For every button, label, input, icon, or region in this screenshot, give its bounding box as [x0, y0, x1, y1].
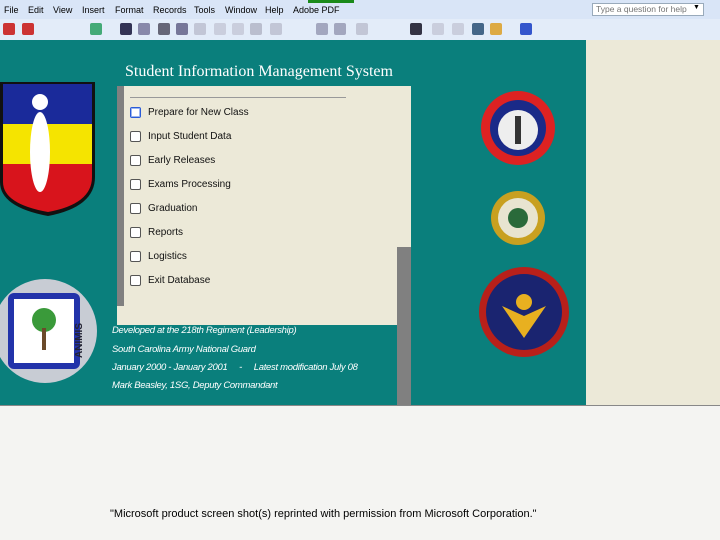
sort-desc-icon[interactable] [334, 23, 346, 35]
permission-caption: "Microsoft product screen shot(s) reprin… [110, 508, 537, 520]
view-icon[interactable] [90, 23, 102, 35]
army-reserve-logo-icon [479, 267, 569, 357]
menu-item-label: Logistics [148, 250, 187, 262]
menu-insert[interactable]: Insert [82, 5, 105, 15]
undo-icon[interactable] [250, 23, 262, 35]
toolbar [0, 19, 720, 41]
sort-asc-icon[interactable] [316, 23, 328, 35]
menu-records[interactable]: Records [153, 5, 187, 15]
department-of-army-seal-icon [491, 191, 545, 245]
cut-icon[interactable] [214, 23, 226, 35]
scrollbar[interactable] [397, 247, 411, 405]
credit-line: January 2000 - January 2001 - Latest mod… [112, 362, 358, 373]
menu-file[interactable]: File [4, 5, 19, 15]
pdf-settings-icon[interactable] [22, 23, 34, 35]
filter-icon[interactable] [356, 23, 368, 35]
credit-line: South Carolina Army National Guard [112, 344, 256, 355]
menu-edit[interactable]: Edit [28, 5, 44, 15]
page-title: Student Information Management System [125, 63, 393, 80]
menu-tools[interactable]: Tools [194, 5, 215, 15]
menu-item-label: Input Student Data [148, 130, 232, 142]
database-icon[interactable] [472, 23, 484, 35]
spelling-icon[interactable] [194, 23, 206, 35]
checkbox[interactable] [130, 154, 141, 166]
menu-item-label: Early Releases [148, 154, 216, 166]
credit-line: Developed at the 218th Regiment (Leaders… [112, 325, 297, 336]
copy-icon[interactable] [138, 23, 150, 35]
divider [0, 405, 720, 406]
checkbox[interactable] [130, 130, 141, 142]
menu-item-label: Prepare for New Class [148, 106, 249, 118]
menu-bar: File Edit View Insert Format Records Too… [0, 0, 720, 19]
menu-format[interactable]: Format [115, 5, 144, 15]
menu-adobe-pdf[interactable]: Adobe PDF [293, 5, 340, 15]
menu-window[interactable]: Window [225, 5, 257, 15]
menu-item-logistics[interactable]: Logistics [130, 249, 187, 263]
window-indicator [308, 0, 354, 3]
menu-help[interactable]: Help [265, 5, 284, 15]
regiment-seal-icon: ANIMIS [0, 279, 97, 383]
hyperlink-icon[interactable] [270, 23, 282, 35]
empty-pane [586, 40, 720, 405]
help-icon[interactable] [520, 23, 532, 35]
checkbox[interactable] [130, 226, 141, 238]
find-icon[interactable] [410, 23, 422, 35]
divider [130, 97, 346, 98]
menu-item-reports[interactable]: Reports [130, 225, 183, 239]
pdf-icon[interactable] [3, 23, 15, 35]
chevron-down-icon[interactable]: ▼ [693, 4, 700, 11]
menu-item-early-releases[interactable]: Early Releases [130, 153, 215, 167]
help-search-input[interactable] [592, 3, 704, 16]
checkbox[interactable] [130, 178, 141, 190]
menu-item-input-student-data[interactable]: Input Student Data [130, 129, 231, 143]
seal-text: ANIMIS [74, 323, 85, 358]
militia-crest-icon [0, 82, 95, 216]
print-icon[interactable] [158, 23, 170, 35]
menu-item-exit-database[interactable]: Exit Database [130, 273, 210, 287]
national-guard-logo-icon [481, 91, 555, 165]
panel-border [117, 86, 124, 306]
menu-item-graduation[interactable]: Graduation [130, 201, 197, 215]
menu-item-prepare-new-class[interactable]: Prepare for New Class [130, 105, 249, 119]
new-record-icon[interactable] [432, 23, 444, 35]
delete-record-icon[interactable] [452, 23, 464, 35]
checkbox[interactable] [130, 274, 141, 286]
menu-item-label: Graduation [148, 202, 198, 214]
save-icon[interactable] [120, 23, 132, 35]
checkbox[interactable] [130, 202, 141, 214]
credit-line: Mark Beasley, 1SG, Deputy Commandant [112, 380, 278, 391]
print-preview-icon[interactable] [176, 23, 188, 35]
new-object-icon[interactable] [490, 23, 502, 35]
menu-view[interactable]: View [53, 5, 72, 15]
menu-item-label: Exams Processing [148, 178, 231, 190]
menu-item-exams-processing[interactable]: Exams Processing [130, 177, 231, 191]
menu-item-label: Exit Database [148, 274, 211, 286]
menu-item-label: Reports [148, 226, 184, 238]
paste-icon[interactable] [232, 23, 244, 35]
checkbox[interactable] [130, 106, 141, 118]
checkbox[interactable] [130, 250, 141, 262]
